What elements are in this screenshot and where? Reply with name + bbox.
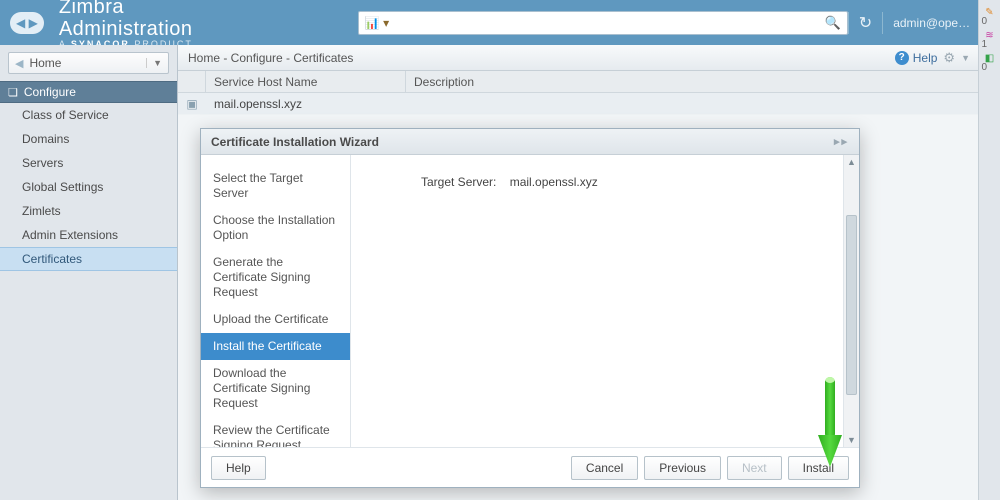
reload-icon[interactable]: ↻ (859, 13, 872, 33)
dialog-scrollbar[interactable]: ▲ ▼ (843, 155, 859, 447)
top-right: ↻ admin@ope… ▼ (848, 12, 990, 34)
breadcrumb-bar: Home - Configure - Certificates ? Help ⚙… (178, 45, 1000, 71)
certificate-wizard-dialog: Certificate Installation Wizard ▸▸ Selec… (200, 128, 860, 488)
status-strip-count: 0 (982, 16, 998, 27)
dialog-titlebar[interactable]: Certificate Installation Wizard ▸▸ (201, 129, 859, 155)
chevron-down-icon: ▼ (146, 58, 162, 68)
wizard-step[interactable]: Select the Target Server (201, 165, 350, 207)
search-scope-icon[interactable]: 📊 ▾ (365, 16, 389, 30)
wizard-step[interactable]: Choose the Installation Option (201, 207, 350, 249)
brand-title: Zimbra Administration (59, 0, 218, 40)
sidebar-item-admin-extensions[interactable]: Admin Extensions (0, 223, 177, 247)
row-host: mail.openssl.xyz (206, 97, 406, 111)
breadcrumb: Home - Configure - Certificates (188, 51, 353, 65)
dialog-title: Certificate Installation Wizard (211, 135, 379, 149)
scroll-down-icon[interactable]: ▼ (844, 435, 859, 445)
sidebar-group-label: Configure (24, 85, 76, 99)
right-icon-strip: ✎0≋1◧0 (978, 0, 1000, 500)
home-label: Home (29, 56, 61, 70)
wizard-step[interactable]: Review the Certificate Signing Request (201, 417, 350, 447)
top-bar: ◀ ▶ Zimbra Administration A SYNACOR PROD… (0, 0, 1000, 45)
chevron-left-icon: ◀ (15, 57, 23, 70)
cancel-button[interactable]: Cancel (571, 456, 638, 480)
wizard-step[interactable]: Upload the Certificate (201, 306, 350, 333)
gear-menu-caret-icon[interactable]: ▼ (961, 53, 970, 63)
wizard-step[interactable]: Generate the Certificate Signing Request (201, 249, 350, 306)
status-strip-count: 1 (982, 39, 998, 50)
search-input[interactable] (395, 15, 819, 31)
nav-history-pill[interactable]: ◀ ▶ (10, 12, 44, 34)
next-button: Next (727, 456, 782, 480)
divider (882, 12, 883, 34)
scroll-thumb[interactable] (846, 215, 857, 395)
search-area: 📊 ▾ 🔍 (358, 11, 848, 35)
dialog-content: Target Server: mail.openssl.xyz ▲ ▼ (351, 155, 859, 447)
configure-icon: ❏ (8, 86, 18, 99)
table-col-host[interactable]: Service Host Name (206, 71, 406, 92)
install-button[interactable]: Install (788, 456, 849, 480)
nav-back-icon: ◀ (16, 17, 25, 29)
help-button[interactable]: Help (211, 456, 266, 480)
previous-button[interactable]: Previous (644, 456, 721, 480)
sidebar-item-domains[interactable]: Domains (0, 127, 177, 151)
table-col-icon (178, 71, 206, 92)
wizard-step[interactable]: Download the Certificate Signing Request (201, 360, 350, 417)
scroll-up-icon[interactable]: ▲ (844, 157, 859, 167)
home-button[interactable]: ◀ Home ▼ (8, 52, 169, 74)
table-col-desc[interactable]: Description (406, 71, 1000, 92)
account-label[interactable]: admin@ope… (893, 16, 970, 30)
wizard-steps: Select the Target ServerChoose the Insta… (201, 155, 351, 447)
help-label: Help (913, 51, 938, 65)
wizard-step[interactable]: Install the Certificate (201, 333, 350, 360)
target-server-value: mail.openssl.xyz (510, 175, 598, 189)
dialog-drag-icon: ▸▸ (834, 135, 849, 148)
dialog-footer: Help Cancel Previous Next Install (201, 447, 859, 487)
dialog-body: Select the Target ServerChoose the Insta… (201, 155, 859, 447)
table-row[interactable]: ▣ mail.openssl.xyz (178, 93, 1000, 115)
search-icon[interactable]: 🔍 (825, 15, 841, 31)
sidebar: ◀ Home ▼ ❏ Configure Class of ServiceDom… (0, 45, 178, 500)
sidebar-item-global-settings[interactable]: Global Settings (0, 175, 177, 199)
brand: Zimbra Administration A SYNACOR PRODUCT (59, 0, 218, 49)
sidebar-item-class-of-service[interactable]: Class of Service (0, 103, 177, 127)
search-box[interactable]: 📊 ▾ 🔍 (358, 11, 848, 35)
nav-forward-icon: ▶ (29, 17, 38, 29)
divider (848, 12, 849, 34)
sidebar-group-configure[interactable]: ❏ Configure (0, 81, 177, 103)
sidebar-item-certificates[interactable]: Certificates (0, 247, 177, 271)
gear-icon[interactable]: ⚙ (943, 50, 955, 66)
sidebar-item-zimlets[interactable]: Zimlets (0, 199, 177, 223)
help-link[interactable]: ? Help (895, 51, 938, 65)
help-icon: ? (895, 51, 909, 65)
row-type-icon: ▣ (178, 97, 206, 111)
target-server-label: Target Server: (421, 175, 496, 189)
status-strip-count: 0 (982, 62, 998, 73)
sidebar-item-servers[interactable]: Servers (0, 151, 177, 175)
table-header: Service Host Name Description (178, 71, 1000, 93)
